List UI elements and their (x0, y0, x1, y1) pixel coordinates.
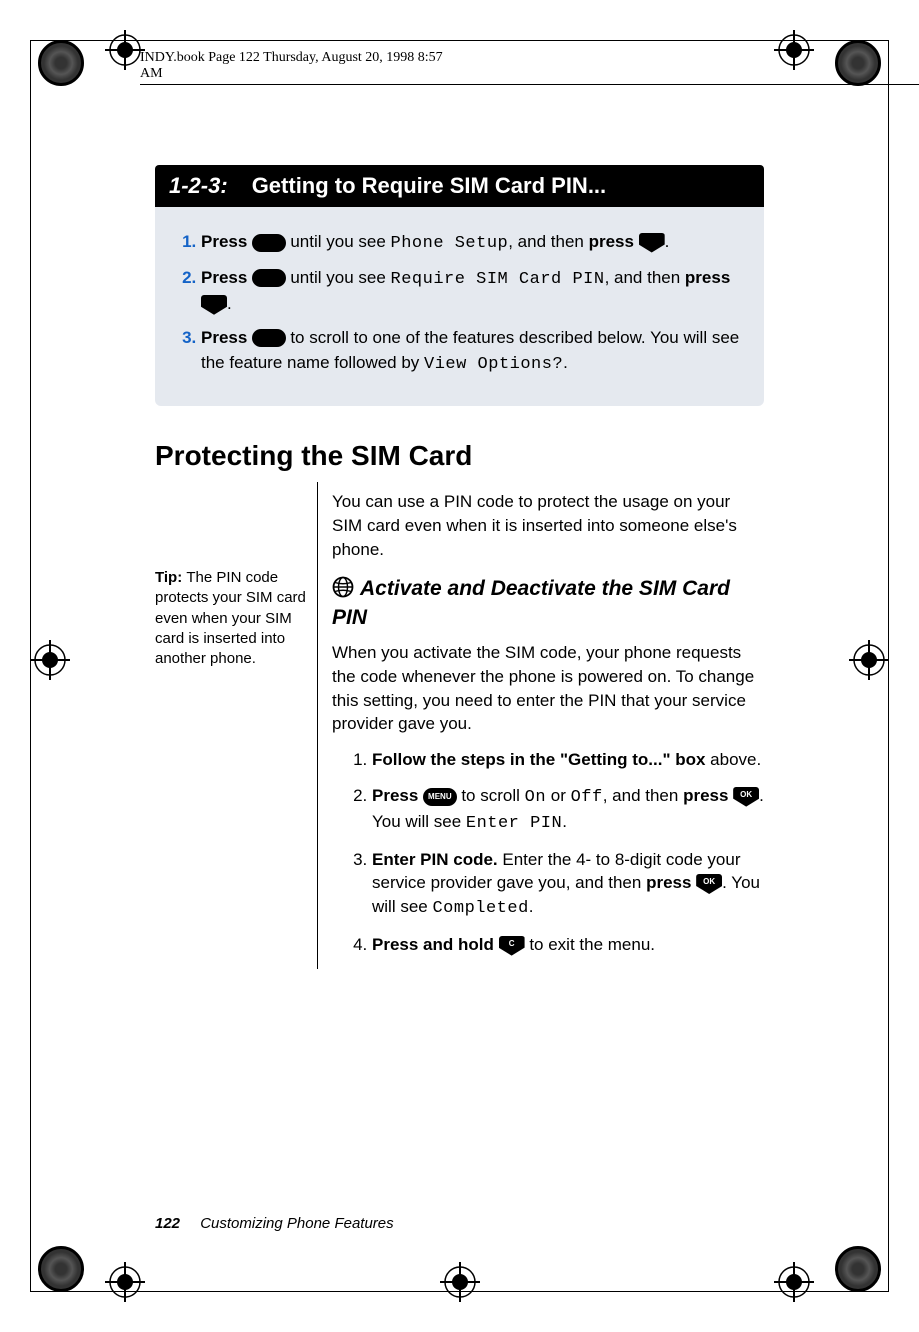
ok-button-icon: OK (733, 787, 759, 807)
cropmark-icon (105, 30, 145, 70)
procedure-title: Getting to Require SIM Card PIN... (252, 173, 606, 199)
procedure-step: Press MENU to scroll to one of the featu… (201, 326, 740, 377)
chapter-name: Customizing Phone Features (200, 1215, 393, 1232)
procedure-step: Press MENU until you see Require SIM Car… (201, 266, 740, 317)
menu-button-icon: MENU (252, 234, 286, 252)
subsection-heading: Activate and Deactivate the SIM Card PIN (332, 576, 764, 632)
document-header-meta: INDY.book Page 122 Thursday, August 20, … (140, 50, 919, 85)
page-footer: 122 Customizing Phone Features (155, 1215, 394, 1232)
menu-button-icon: MENU (252, 329, 286, 347)
registration-globe-icon (38, 40, 84, 86)
cropmark-icon (774, 1262, 814, 1302)
cropmark-icon (105, 1262, 145, 1302)
tip-label: Tip: (155, 569, 186, 586)
cropmark-icon (440, 1262, 480, 1302)
page-number: 122 (155, 1215, 180, 1232)
main-column: You can use a PIN code to protect the us… (317, 482, 764, 969)
procedure-box: Press MENU until you see Phone Setup, an… (155, 207, 764, 406)
step-item: Press and hold C to exit the menu. (372, 933, 764, 957)
intro-paragraph: You can use a PIN code to protect the us… (332, 490, 764, 561)
cropmark-icon (30, 640, 70, 680)
ok-button-icon: OK (639, 233, 665, 253)
ok-button-icon: OK (201, 295, 227, 315)
step-item: Follow the steps in the "Getting to..." … (372, 748, 764, 772)
step-item: Press MENU to scroll On or Off, and then… (372, 784, 764, 836)
registration-globe-icon (835, 1246, 881, 1292)
ok-button-icon: OK (696, 874, 722, 894)
procedure-header: 1-2-3: Getting to Require SIM Card PIN..… (155, 165, 764, 207)
page-content: 1-2-3: Getting to Require SIM Card PIN..… (155, 165, 764, 969)
menu-button-icon: MENU (252, 269, 286, 287)
tip-sidebar: Tip: The PIN code protects your SIM card… (155, 482, 317, 969)
step-item: Enter PIN code. Enter the 4- to 8-digit … (372, 848, 764, 921)
procedure-prefix: 1-2-3: (169, 173, 228, 199)
registration-globe-icon (38, 1246, 84, 1292)
procedure-step: Press MENU until you see Phone Setup, an… (201, 230, 740, 257)
section-heading: Protecting the SIM Card (155, 440, 764, 472)
c-button-icon: C (499, 936, 525, 956)
step-list: Follow the steps in the "Getting to..." … (332, 748, 764, 957)
subsection-paragraph: When you activate the SIM code, your pho… (332, 641, 764, 736)
cropmark-icon (849, 640, 889, 680)
globe-icon (332, 576, 354, 605)
menu-button-icon: MENU (423, 788, 457, 806)
